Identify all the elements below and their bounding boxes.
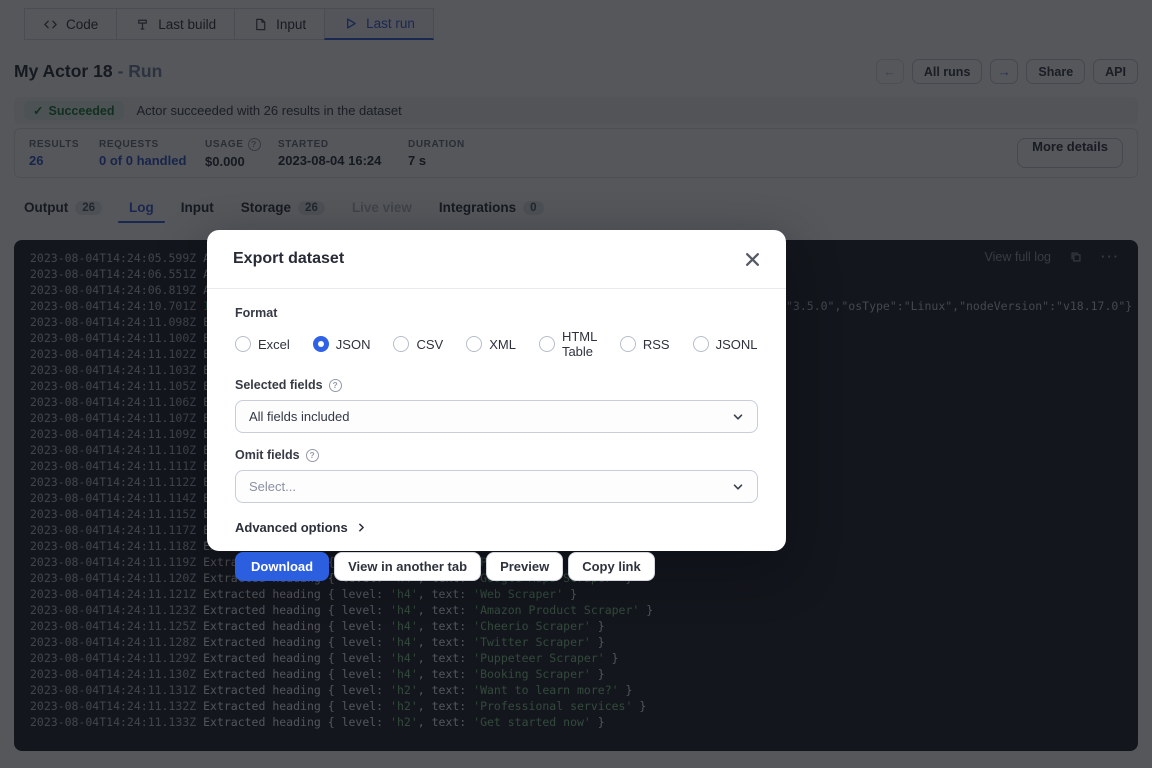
- format-radio-label: JSON: [336, 337, 371, 352]
- format-radio-label: RSS: [643, 337, 670, 352]
- omit-fields-select[interactable]: Select...: [235, 470, 758, 503]
- download-button[interactable]: Download: [235, 552, 329, 581]
- chevron-down-icon: [732, 411, 744, 423]
- omit-fields-placeholder: Select...: [249, 479, 296, 494]
- format-radio-json[interactable]: JSON: [313, 336, 371, 352]
- modal-buttons: Download View in another tab Preview Cop…: [235, 552, 758, 581]
- omit-fields-label: Omit fields ?: [235, 448, 758, 462]
- chevron-right-icon: [356, 522, 367, 533]
- format-radio-label: XML: [489, 337, 516, 352]
- export-dataset-modal: Export dataset Format Excel JSON CSV XML HTM…: [207, 230, 786, 551]
- format-radio-label: CSV: [416, 337, 443, 352]
- format-radio-html-table[interactable]: HTML Table: [539, 329, 597, 359]
- radio-icon: [620, 336, 636, 352]
- omit-fields-help-icon[interactable]: ?: [306, 449, 319, 462]
- format-radio-label: HTML Table: [562, 329, 597, 359]
- copy-link-button[interactable]: Copy link: [568, 552, 655, 581]
- radio-icon: [466, 336, 482, 352]
- modal-title: Export dataset: [233, 250, 344, 268]
- selected-fields-help-icon[interactable]: ?: [329, 379, 342, 392]
- selected-fields-label: Selected fields ?: [235, 378, 758, 392]
- view-in-another-tab-button[interactable]: View in another tab: [334, 552, 481, 581]
- radio-icon: [693, 336, 709, 352]
- format-radio-jsonl[interactable]: JSONL: [693, 336, 758, 352]
- format-radio-excel[interactable]: Excel: [235, 336, 290, 352]
- modal-body: Format Excel JSON CSV XML HTML Table RSS JSONL…: [207, 289, 786, 581]
- selected-fields-select[interactable]: All fields included: [235, 400, 758, 433]
- radio-icon: [235, 336, 251, 352]
- format-radio-csv[interactable]: CSV: [393, 336, 443, 352]
- advanced-options-toggle[interactable]: Advanced options: [235, 520, 758, 535]
- chevron-down-icon: [732, 481, 744, 493]
- format-radio-group: Excel JSON CSV XML HTML Table RSS JSONL: [235, 329, 758, 359]
- modal-header: Export dataset: [207, 230, 786, 289]
- format-radio-xml[interactable]: XML: [466, 336, 516, 352]
- apify-run-page: CodeLast buildInputLast run My Actor 18-…: [0, 0, 1152, 768]
- radio-icon: [393, 336, 409, 352]
- format-radio-label: Excel: [258, 337, 290, 352]
- format-radio-label: JSONL: [716, 337, 758, 352]
- close-icon[interactable]: [745, 252, 760, 267]
- format-radio-rss[interactable]: RSS: [620, 336, 670, 352]
- radio-icon: [313, 336, 329, 352]
- selected-fields-value: All fields included: [249, 409, 349, 424]
- radio-icon: [539, 336, 555, 352]
- format-label: Format: [235, 306, 758, 320]
- preview-button[interactable]: Preview: [486, 552, 563, 581]
